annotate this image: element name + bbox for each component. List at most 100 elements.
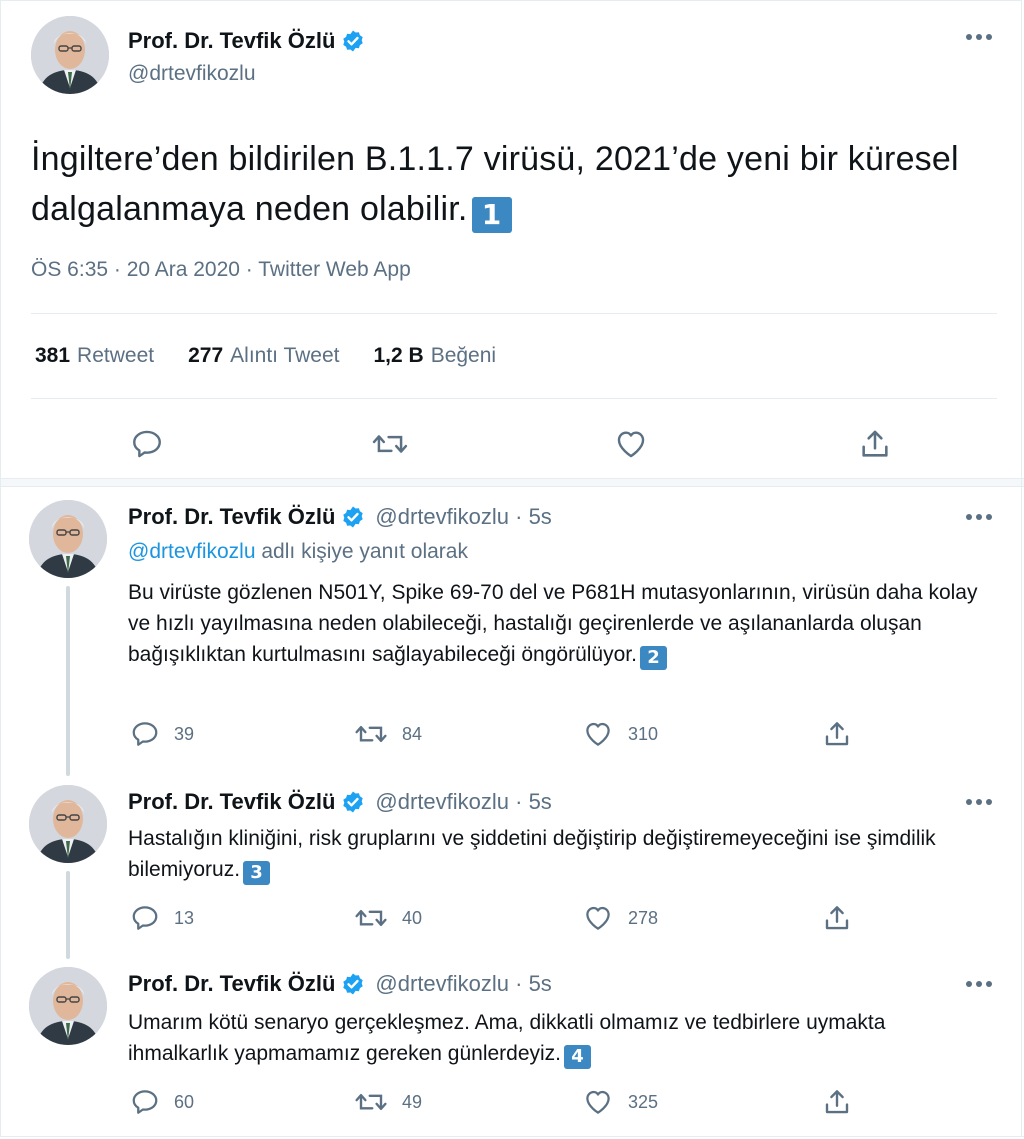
- retweet-count: 40: [402, 907, 423, 928]
- reply-button[interactable]: 39: [130, 717, 194, 751]
- avatar-image: [31, 16, 109, 94]
- retweet-button[interactable]: [370, 424, 410, 464]
- retweet-count-link[interactable]: 381 Retweet: [35, 344, 154, 368]
- reply-button[interactable]: 60: [130, 1085, 194, 1119]
- display-name[interactable]: Prof. Dr. Tevfik Özlü: [128, 789, 335, 815]
- tweet-text-body: Umarım kötü senaryo gerçekleşmez. Ama, d…: [128, 1011, 886, 1065]
- tweet-text: Hastalığın kliniğini, risk gruplarını ve…: [128, 823, 988, 885]
- reply-button[interactable]: [127, 424, 167, 464]
- main-tweet: Prof. Dr. Tevfik Özlü @drtevfikozlu İngi…: [0, 0, 1024, 478]
- tweet-action-bar: 13 40 278: [0, 901, 1024, 935]
- verified-badge-icon: [341, 29, 365, 53]
- share-icon: [825, 1090, 849, 1114]
- tweet-text-body: Bu virüste gözlenen N501Y, Spike 69-70 d…: [128, 581, 978, 666]
- retweet-button[interactable]: 40: [354, 901, 422, 935]
- avatar-image: [29, 785, 107, 863]
- author-name-row: Prof. Dr. Tevfik Özlü @drtevfikozlu · 5s: [128, 504, 552, 530]
- avatar[interactable]: [29, 967, 107, 1045]
- reply-icon: [132, 1090, 158, 1114]
- retweet-icon: [355, 1093, 387, 1111]
- reply-tweet[interactable]: Prof. Dr. Tevfik Özlü @drtevfikozlu · 5s…: [0, 488, 1024, 776]
- tweet-text: Umarım kötü senaryo gerçekleşmez. Ama, d…: [128, 1007, 988, 1069]
- more-dots-icon[interactable]: [964, 979, 994, 989]
- tweet-thread-page: Prof. Dr. Tevfik Özlü @drtevfikozlu İngi…: [0, 0, 1024, 1139]
- quote-count: 277: [188, 344, 224, 367]
- like-button[interactable]: [611, 424, 651, 464]
- retweet-button[interactable]: 49: [354, 1085, 422, 1119]
- keycap-number-emoji: 2: [639, 645, 667, 670]
- quote-label: Alıntı Tweet: [230, 344, 340, 367]
- like-button[interactable]: 278: [582, 901, 658, 935]
- more-dots-icon[interactable]: [964, 32, 994, 42]
- heart-icon: [586, 722, 610, 746]
- keycap-number-emoji: 4: [564, 1044, 592, 1069]
- heart-icon: [617, 431, 645, 458]
- share-button[interactable]: [855, 424, 895, 464]
- tweet-text: İngiltere’den bildirilen B.1.1.7 virüsü,…: [31, 134, 991, 234]
- retweet-button[interactable]: 84: [354, 717, 422, 751]
- replying-to-line: @drtevfikozlu adlı kişiye yanıt olarak: [128, 540, 468, 564]
- avatar-image: [29, 500, 107, 578]
- engagement-stats: 381 Retweet 277 Alıntı Tweet 1,2 B Beğen…: [35, 344, 530, 368]
- share-button[interactable]: [822, 901, 866, 935]
- share-button[interactable]: [822, 1085, 866, 1119]
- tweet-text: Bu virüste gözlenen N501Y, Spike 69-70 d…: [128, 577, 988, 670]
- section-separator: [0, 478, 1024, 487]
- author-name-row: Prof. Dr. Tevfik Özlü @drtevfikozlu · 5s: [128, 971, 552, 997]
- verified-badge-icon: [341, 505, 365, 529]
- display-name[interactable]: Prof. Dr. Tevfik Özlü: [128, 28, 335, 54]
- reply-icon: [132, 906, 158, 930]
- like-count: 1,2 B: [373, 344, 424, 367]
- share-icon: [825, 906, 849, 930]
- like-count: 310: [628, 723, 659, 744]
- reply-button[interactable]: 13: [130, 901, 194, 935]
- like-count: 278: [628, 907, 659, 928]
- share-icon: [862, 430, 888, 457]
- tweet-action-bar: 39 84 310: [0, 717, 1024, 751]
- retweet-icon: [355, 725, 387, 743]
- like-button[interactable]: 310: [582, 717, 658, 751]
- keycap-number-emoji: 3: [243, 860, 271, 885]
- reply-count: 60: [174, 1091, 195, 1112]
- divider: [31, 398, 997, 399]
- divider: [0, 1136, 1024, 1137]
- retweet-label: Retweet: [77, 344, 155, 367]
- display-name[interactable]: Prof. Dr. Tevfik Özlü: [128, 971, 335, 997]
- avatar-image: [29, 967, 107, 1045]
- share-icon: [825, 722, 849, 746]
- display-name[interactable]: Prof. Dr. Tevfik Özlü: [128, 504, 335, 530]
- retweet-count: 49: [402, 1091, 423, 1112]
- quote-count-link[interactable]: 277 Alıntı Tweet: [188, 344, 339, 368]
- avatar[interactable]: [29, 500, 107, 578]
- like-count: 325: [628, 1091, 659, 1112]
- heart-icon: [586, 1090, 610, 1114]
- avatar[interactable]: [31, 16, 109, 94]
- handle[interactable]: @drtevfikozlu: [128, 62, 256, 86]
- share-button[interactable]: [822, 717, 866, 751]
- reply-tweet[interactable]: Prof. Dr. Tevfik Özlü @drtevfikozlu · 5s…: [0, 775, 1024, 959]
- reply-tweet[interactable]: Prof. Dr. Tevfik Özlü @drtevfikozlu · 5s…: [0, 959, 1024, 1136]
- like-count-link[interactable]: 1,2 B Beğeni: [373, 344, 496, 368]
- more-dots-icon[interactable]: [964, 797, 994, 807]
- reply-to-mention[interactable]: @drtevfikozlu: [128, 540, 256, 563]
- tweet-action-bar: [0, 424, 1024, 464]
- reply-to-suffix: adlı kişiye yanıt olarak: [261, 540, 468, 563]
- reply-count: 13: [174, 907, 195, 928]
- handle-and-time[interactable]: @drtevfikozlu · 5s: [375, 504, 551, 530]
- handle-and-time[interactable]: @drtevfikozlu · 5s: [375, 971, 551, 997]
- like-label: Beğeni: [430, 344, 497, 367]
- tweet-timestamp-source[interactable]: ÖS 6:35 · 20 Ara 2020 · Twitter Web App: [31, 258, 411, 282]
- author-name-row: Prof. Dr. Tevfik Özlü @drtevfikozlu · 5s: [128, 789, 552, 815]
- verified-badge-icon: [341, 790, 365, 814]
- retweet-count: 381: [35, 344, 71, 367]
- more-dots-icon[interactable]: [964, 512, 994, 522]
- author-name-row: Prof. Dr. Tevfik Özlü: [128, 28, 365, 54]
- handle-and-time[interactable]: @drtevfikozlu · 5s: [375, 789, 551, 815]
- avatar[interactable]: [29, 785, 107, 863]
- reply-count: 39: [174, 723, 195, 744]
- verified-badge-icon: [341, 972, 365, 996]
- tweet-action-bar: 60 49 325: [0, 1085, 1024, 1119]
- reply-icon: [132, 722, 158, 746]
- like-button[interactable]: 325: [582, 1085, 658, 1119]
- retweet-count: 84: [402, 723, 423, 744]
